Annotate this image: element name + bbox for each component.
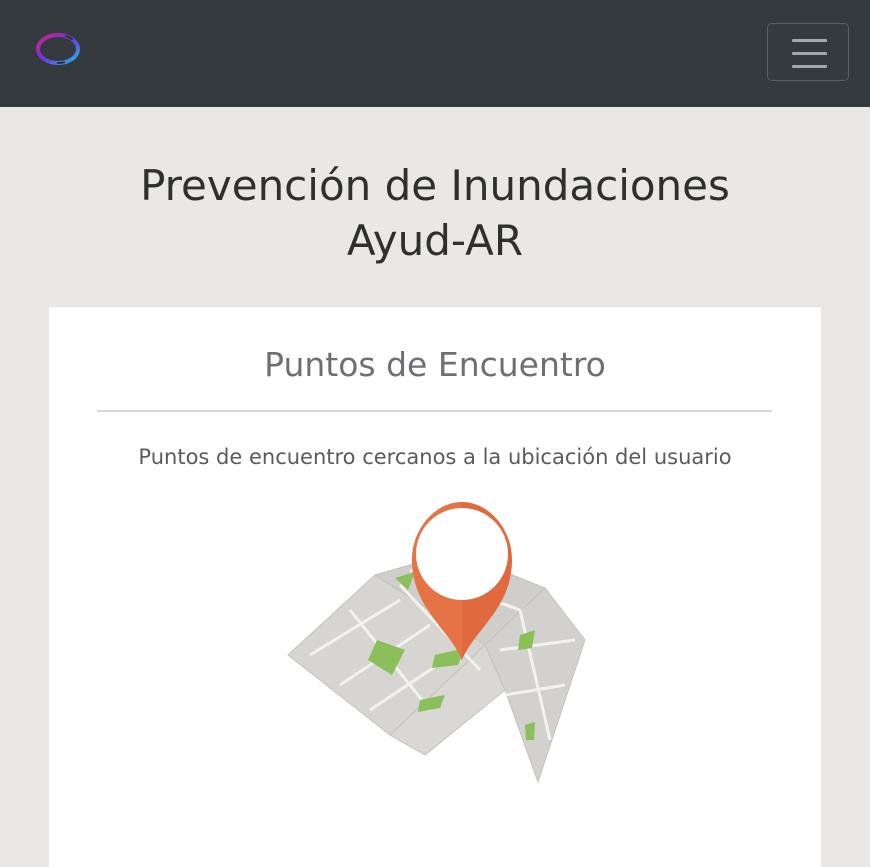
card-description: Puntos de encuentro cercanos a la ubicac…: [138, 445, 732, 469]
page-title: Prevención de Inundaciones Ayud-AR: [0, 158, 870, 268]
menu-toggle-button[interactable]: [767, 23, 849, 81]
hamburger-icon: [792, 39, 827, 42]
map-pin-illustration[interactable]: [280, 490, 590, 790]
ring-logo[interactable]: [30, 26, 86, 72]
card-divider: [97, 410, 772, 412]
page-title-line2: Ayud-AR: [346, 216, 524, 265]
hamburger-icon-bar: [792, 52, 827, 55]
hamburger-icon-bar: [792, 65, 827, 68]
page-title-line1: Prevención de Inundaciones: [140, 161, 730, 210]
card-title: Puntos de Encuentro: [264, 345, 606, 384]
navbar: [0, 0, 870, 107]
